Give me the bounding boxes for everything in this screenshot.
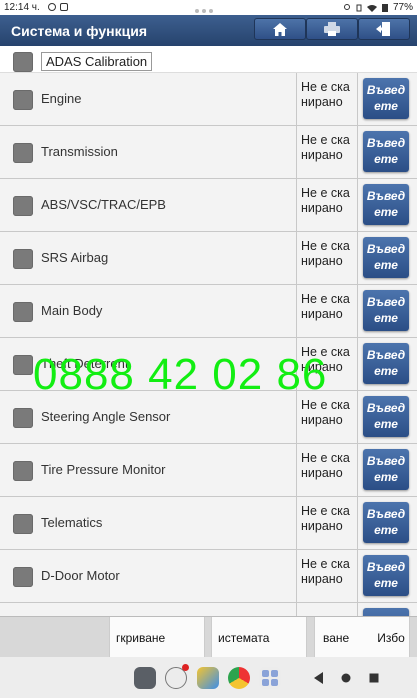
home-button[interactable] bbox=[254, 18, 306, 40]
enter-button[interactable]: Въвед ете bbox=[363, 184, 409, 225]
enter-button[interactable]: Въвед ете bbox=[363, 131, 409, 172]
system-name: Transmission bbox=[41, 144, 118, 159]
system-name: Telematics bbox=[41, 515, 103, 530]
system-checkbox[interactable] bbox=[13, 567, 33, 587]
system-cell[interactable]: Telematics bbox=[0, 497, 297, 549]
system-name: Tire Pressure Monitor bbox=[41, 462, 166, 477]
bottom-toolbar: гкриване истемата ване Избо bbox=[0, 616, 417, 658]
adas-calibration-label[interactable]: ADAS Calibration bbox=[41, 52, 153, 71]
adas-checkbox[interactable] bbox=[13, 52, 33, 72]
system-checkbox[interactable] bbox=[13, 90, 33, 110]
status-icons: 77% bbox=[343, 2, 413, 13]
screen: 12:14 ч. 77% Система и функция ADAS Cali… bbox=[0, 0, 417, 698]
wifi-icon bbox=[366, 4, 377, 12]
notification-badge bbox=[182, 664, 189, 671]
system-cell[interactable]: Tire Pressure Monitor bbox=[0, 444, 297, 496]
system-row[interactable]: Main Body Не е ска нирано Въвед ете bbox=[0, 285, 417, 338]
system-row[interactable]: Tire Pressure Monitor Не е ска нирано Въве… bbox=[0, 444, 417, 497]
system-checkbox[interactable] bbox=[13, 355, 33, 375]
enter-button[interactable]: Въвед ете bbox=[363, 78, 409, 119]
system-checkbox[interactable] bbox=[13, 302, 33, 322]
pager-dots bbox=[195, 5, 221, 13]
system-cell[interactable] bbox=[0, 603, 297, 616]
enter-button[interactable]: Въвед ете bbox=[363, 343, 409, 384]
scan-status: Не е ска нирано bbox=[297, 550, 358, 602]
system-checkbox[interactable] bbox=[13, 143, 33, 163]
home-icon bbox=[273, 22, 287, 36]
enter-button[interactable]: Въвед ете bbox=[363, 555, 409, 596]
scan-status: Не е ска нирано bbox=[297, 497, 358, 549]
system-list: ADAS Calibration Engine Не е ска нирано Въ… bbox=[0, 46, 417, 616]
system-cell[interactable]: Main Body bbox=[0, 285, 297, 337]
system-cell[interactable]: SRS Airbag bbox=[0, 232, 297, 284]
back-icon[interactable] bbox=[314, 672, 324, 684]
battery-level: 77% bbox=[392, 2, 413, 13]
enter-button[interactable]: Въвед ете bbox=[363, 396, 409, 437]
system-cell[interactable]: ABS/VSC/TRAC/EPB bbox=[0, 179, 297, 231]
exit-icon bbox=[376, 22, 390, 36]
system-row-partial[interactable] bbox=[0, 603, 417, 616]
system-cell[interactable]: Transmission bbox=[0, 126, 297, 178]
system-checkbox[interactable] bbox=[13, 249, 33, 269]
enter-button[interactable]: Въвед ете bbox=[363, 290, 409, 331]
app-header: Система и функция bbox=[0, 15, 417, 46]
clock: 12:14 ч. bbox=[4, 2, 40, 13]
enter-button[interactable]: Въвед ете bbox=[363, 237, 409, 278]
system-button-label: истемата bbox=[218, 630, 270, 645]
system-row[interactable]: ABS/VSC/TRAC/EPB Не е ска нирано Въвед ете bbox=[0, 179, 417, 232]
battery-icon bbox=[381, 3, 388, 12]
system-name: D-Door Motor bbox=[41, 568, 120, 583]
system-name: SRS Airbag bbox=[41, 250, 109, 265]
system-checkbox[interactable] bbox=[13, 461, 33, 481]
enter-button[interactable]: Въвед ете bbox=[363, 449, 409, 490]
app-drawer-icon[interactable] bbox=[259, 667, 281, 689]
scan-status: Не е ска нирано bbox=[297, 126, 358, 178]
recents-icon[interactable] bbox=[369, 672, 379, 684]
scan-status bbox=[297, 603, 358, 616]
system-checkbox[interactable] bbox=[13, 196, 33, 216]
system-name: Engine bbox=[41, 91, 82, 106]
watermark-phone: 0888 42 02 86 bbox=[33, 350, 328, 399]
android-nav-bar bbox=[0, 657, 417, 698]
home-nav-icon[interactable] bbox=[341, 672, 351, 684]
hide-button-label: гкриване bbox=[116, 630, 166, 645]
system-checkbox[interactable] bbox=[13, 408, 33, 428]
hide-button[interactable]: гкриване bbox=[109, 617, 205, 658]
enter-button[interactable]: Въвед ете bbox=[363, 502, 409, 543]
scan-status: Не е ска нирано bbox=[297, 285, 358, 337]
vibrate-icon bbox=[356, 4, 362, 11]
printer-icon bbox=[324, 22, 340, 36]
gallery-app-icon[interactable] bbox=[197, 667, 219, 689]
system-checkbox[interactable] bbox=[13, 514, 33, 534]
system-cell[interactable]: D-Door Motor bbox=[0, 550, 297, 602]
system-name: ABS/VSC/TRAC/EPB bbox=[41, 197, 166, 212]
system-row[interactable]: D-Door Motor Не е ска нирано Въвед ете bbox=[0, 550, 417, 603]
system-name: Steering Angle Sensor bbox=[41, 409, 171, 424]
system-cell[interactable]: Engine bbox=[0, 73, 297, 125]
calculator-app-icon[interactable] bbox=[134, 667, 156, 689]
system-row[interactable]: Telematics Не е ска нирано Въвед ете bbox=[0, 497, 417, 550]
system-row[interactable]: Transmission Не е ска нирано Въвед ете bbox=[0, 126, 417, 179]
system-row[interactable]: Engine Не е ска нирано Въвед ете bbox=[0, 73, 417, 126]
scan-status: Не е ска нирано bbox=[297, 232, 358, 284]
system-name: Main Body bbox=[41, 303, 103, 318]
status-bar: 12:14 ч. 77% bbox=[0, 0, 417, 15]
system-row[interactable]: SRS Airbag Не е ска нирано Въвед ете bbox=[0, 232, 417, 285]
chrome-app-icon[interactable] bbox=[228, 667, 250, 689]
notification-icon bbox=[48, 3, 56, 11]
select-button[interactable]: ване Избо bbox=[314, 617, 410, 658]
location-icon bbox=[343, 3, 350, 10]
select-button-label-left: ване bbox=[323, 630, 350, 645]
system-button[interactable]: истемата bbox=[211, 617, 307, 658]
select-button-label-right: Избо bbox=[377, 630, 405, 645]
page-title: Система и функция bbox=[11, 23, 148, 39]
enter-button[interactable] bbox=[363, 608, 409, 616]
scan-status: Не е ска нирано bbox=[297, 444, 358, 496]
exit-button[interactable] bbox=[358, 18, 410, 40]
print-button[interactable] bbox=[306, 18, 358, 40]
sim-icon bbox=[60, 3, 68, 11]
adas-calibration-row[interactable]: ADAS Calibration bbox=[0, 46, 417, 73]
scan-status: Не е ска нирано bbox=[297, 73, 358, 125]
scan-status: Не е ска нирано bbox=[297, 179, 358, 231]
